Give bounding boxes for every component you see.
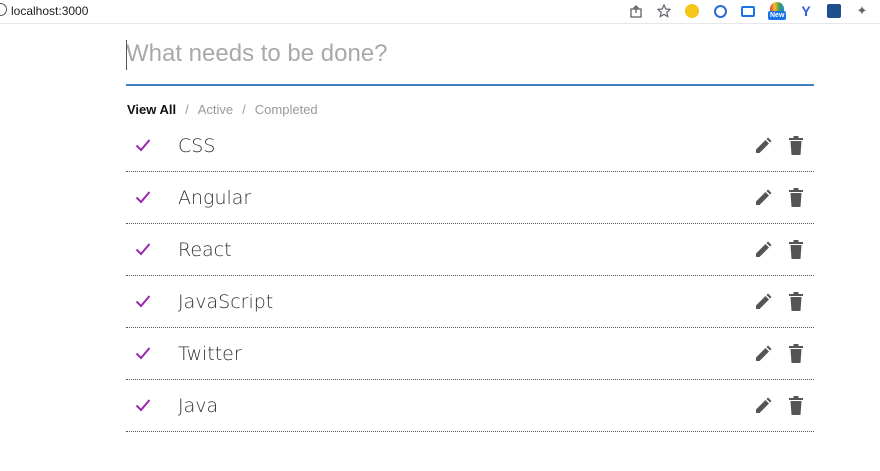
trash-icon[interactable] (788, 396, 804, 415)
filter-view-all[interactable]: View All (127, 102, 176, 117)
todo-label: Angular (178, 187, 252, 209)
filter-separator: / (185, 102, 189, 117)
trash-icon[interactable] (788, 292, 804, 311)
check-icon[interactable] (135, 190, 151, 204)
todo-app: View All / Active / Completed CSS Angula… (126, 24, 814, 432)
new-badge: New (768, 11, 787, 20)
share-icon[interactable] (628, 3, 644, 19)
box-extension-icon[interactable] (826, 3, 842, 19)
text-caret (126, 40, 127, 70)
screen-extension-icon[interactable] (740, 3, 756, 19)
check-icon[interactable] (135, 242, 151, 256)
new-todo-input[interactable] (126, 24, 814, 86)
todo-item: Java (126, 380, 814, 432)
filter-completed[interactable]: Completed (255, 102, 318, 117)
y-extension-icon[interactable]: Y (798, 3, 814, 19)
trash-icon[interactable] (788, 240, 804, 259)
edit-pencil-icon[interactable] (754, 345, 772, 363)
todo-item: Angular (126, 172, 814, 224)
edit-pencil-icon[interactable] (754, 397, 772, 415)
star-icon[interactable] (656, 3, 672, 19)
todo-label: Twitter (178, 343, 242, 365)
todo-label: React (178, 239, 232, 261)
todo-label: Java (178, 395, 219, 417)
emoji-extension-icon[interactable] (684, 3, 700, 19)
edit-pencil-icon[interactable] (754, 189, 772, 207)
new-extension-icon[interactable]: New (768, 2, 787, 20)
trash-icon[interactable] (788, 188, 804, 207)
filter-active[interactable]: Active (198, 102, 233, 117)
check-icon[interactable] (135, 294, 151, 308)
check-icon[interactable] (135, 346, 151, 360)
trash-icon[interactable] (788, 344, 804, 363)
todo-item: React (126, 224, 814, 276)
filter-bar: View All / Active / Completed (127, 102, 318, 117)
todo-item: Twitter (126, 328, 814, 380)
todo-label: JavaScript (178, 291, 274, 313)
info-icon[interactable] (0, 3, 7, 16)
browser-toolbar: localhost:3000 New Y ✦ (0, 0, 880, 24)
check-icon[interactable] (135, 138, 151, 152)
filter-separator: / (242, 102, 246, 117)
edit-pencil-icon[interactable] (754, 293, 772, 311)
todo-item: JavaScript (126, 276, 814, 328)
todo-label: CSS (178, 135, 216, 157)
address-bar-url[interactable]: localhost:3000 (11, 4, 88, 18)
check-icon[interactable] (135, 398, 151, 412)
edit-pencil-icon[interactable] (754, 241, 772, 259)
puzzle-extension-icon[interactable]: ✦ (854, 3, 870, 19)
trash-icon[interactable] (788, 136, 804, 155)
todo-item: CSS (126, 120, 814, 172)
edit-pencil-icon[interactable] (754, 137, 772, 155)
todo-list: CSS Angular React JavaScript Twitter Jav… (126, 120, 814, 432)
cc-extension-icon[interactable] (712, 3, 728, 19)
extension-icons: New Y ✦ (628, 2, 870, 20)
